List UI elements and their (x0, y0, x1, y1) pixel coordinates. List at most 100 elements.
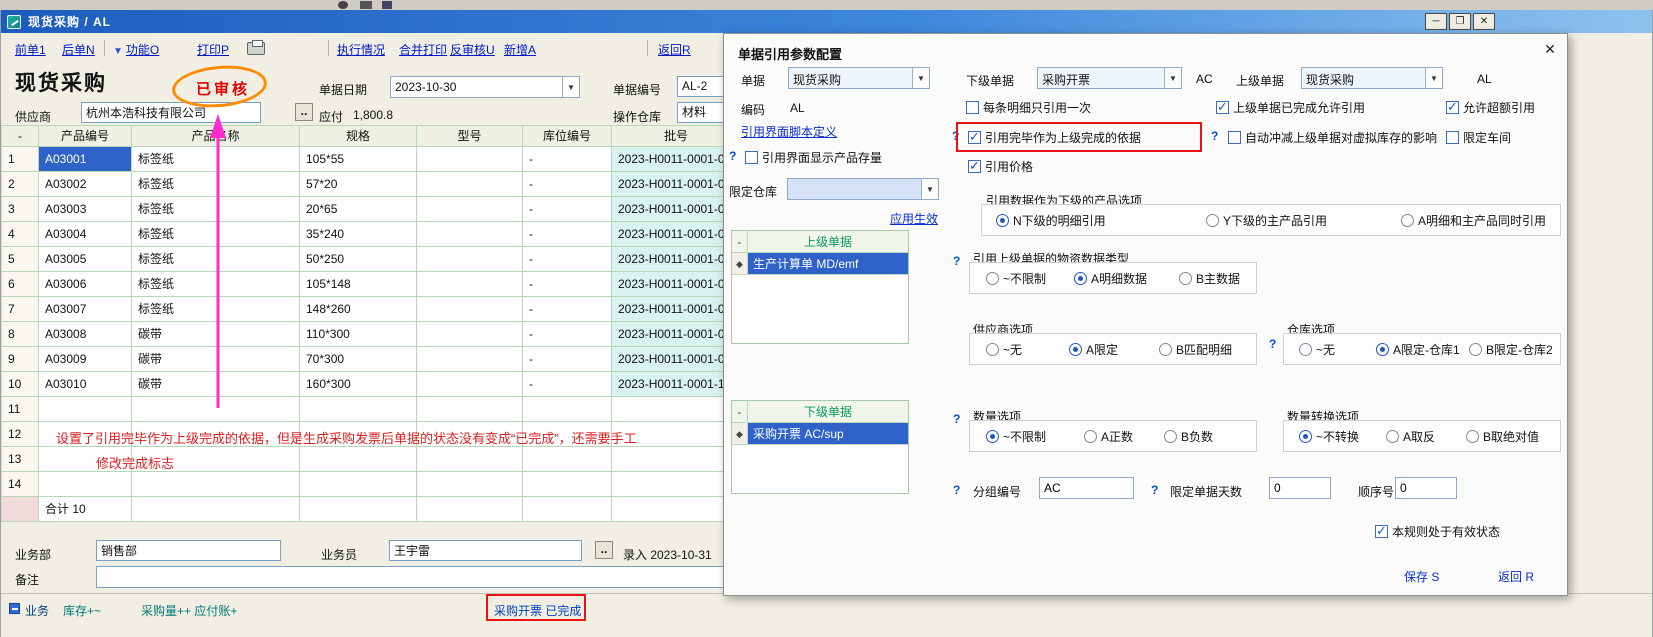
agent-input[interactable] (389, 540, 582, 561)
group-no-input[interactable] (1039, 477, 1134, 499)
cell-product-name[interactable] (132, 472, 300, 497)
chevron-down-icon[interactable]: ▼ (912, 68, 929, 88)
radio-icon[interactable] (986, 430, 999, 443)
table-row[interactable]: 3 A03003 标签纸 20*65 - 2023-H0011-0001-0 (1, 197, 741, 222)
toolbar-add-new[interactable]: 新增A (504, 41, 536, 58)
checkbox-icon[interactable] (1228, 131, 1241, 144)
checkbox-once-per-detail[interactable]: 每条明细只引用一次 (966, 99, 1091, 116)
cell-product-code[interactable]: A03001 (39, 147, 132, 172)
lower-doc-select[interactable]: 采购开票 ▼ (1037, 67, 1182, 89)
cell-row-no[interactable]: 6 (1, 272, 39, 297)
radio-icon[interactable] (1084, 430, 1097, 443)
toolbar-next-doc[interactable]: 后单N (62, 41, 95, 58)
cell-row-no[interactable]: 2 (1, 172, 39, 197)
radio-warehouse-none[interactable]: ~无 (1299, 341, 1335, 358)
table-row[interactable]: 10 A03010 碳带 160*300 - 2023-H0011-0001-1 (1, 372, 741, 397)
cell-model[interactable] (417, 422, 523, 447)
cell-product-name[interactable]: 标签纸 (132, 172, 300, 197)
cell-product-code[interactable]: A03005 (39, 247, 132, 272)
cell-location[interactable] (523, 472, 612, 497)
toolbar-unaudit[interactable]: 反审核U (450, 41, 495, 58)
cell-batch[interactable]: 2023-H0011-0001-1 (612, 372, 741, 397)
cell-row-no[interactable]: 12 (1, 422, 39, 447)
cell-model[interactable] (417, 372, 523, 397)
cell-spec[interactable] (300, 422, 417, 447)
cell-row-no[interactable]: 4 (1, 222, 39, 247)
cell-product-name[interactable] (132, 422, 300, 447)
cell-batch[interactable]: 2023-H0011-0001-0 (612, 247, 741, 272)
cell-spec[interactable]: 160*300 (300, 372, 417, 397)
cell-model[interactable] (417, 147, 523, 172)
cell-model[interactable] (417, 397, 523, 422)
checkbox-icon[interactable] (966, 101, 979, 114)
cell-location[interactable]: - (523, 347, 612, 372)
toolbar-return[interactable]: 返回R (658, 41, 691, 58)
cell-location[interactable]: - (523, 197, 612, 222)
printer-icon[interactable] (247, 42, 265, 55)
cell-row-no[interactable]: 9 (1, 347, 39, 372)
cell-batch[interactable]: 2023-H0011-0001-0 (612, 272, 741, 297)
help-mark[interactable]: ? (1269, 337, 1276, 351)
cell-location[interactable]: - (523, 172, 612, 197)
save-button[interactable]: 保存 S (1404, 568, 1439, 585)
col-header[interactable]: 型号 (417, 125, 523, 147)
radio-qty-positive[interactable]: A正数 (1084, 428, 1133, 445)
radio-icon[interactable] (1074, 272, 1087, 285)
limit-days-input[interactable] (1269, 477, 1331, 499)
radio-supplier-none[interactable]: ~无 (986, 341, 1022, 358)
radio-qty-negative[interactable]: B负数 (1164, 428, 1213, 445)
col-header[interactable]: 批号 (612, 125, 741, 147)
cell-spec[interactable] (300, 447, 417, 472)
checkbox-icon[interactable] (1446, 101, 1459, 114)
table-row[interactable]: 9 A03009 碳带 70*300 - 2023-H0011-0001-0 (1, 347, 741, 372)
cell-row-no[interactable]: 13 (1, 447, 39, 472)
dept-input[interactable] (96, 540, 281, 561)
toolbar-functions[interactable]: ▼功能O (113, 41, 159, 58)
cell-row-no[interactable]: 3 (1, 197, 39, 222)
cell-product-code[interactable]: A03010 (39, 372, 132, 397)
table-row[interactable]: 13 (1, 447, 741, 472)
radio-icon[interactable] (1466, 430, 1479, 443)
cell-spec[interactable]: 105*55 (300, 147, 417, 172)
lower-doc-list-item[interactable]: ◆ 采购开票 AC/sup (732, 423, 908, 445)
cell-row-no[interactable]: 11 (1, 397, 39, 422)
radio-supplier-limit[interactable]: A限定 (1069, 341, 1118, 358)
cell-row-no[interactable]: 10 (1, 372, 39, 397)
table-row[interactable]: 1 A03001 标签纸 105*55 - 2023-H0011-0001-0 (1, 147, 741, 172)
radio-icon[interactable] (1386, 430, 1399, 443)
cell-batch[interactable]: 2023-H0011-0001-0 (612, 147, 741, 172)
radio-icon[interactable] (1299, 343, 1312, 356)
cell-batch[interactable]: 2023-H0011-0001-0 (612, 172, 741, 197)
cell-product-code[interactable]: A03003 (39, 197, 132, 222)
back-button[interactable]: 返回 R (1498, 568, 1534, 585)
apply-link[interactable]: 应用生效 (890, 210, 938, 227)
cell-model[interactable] (417, 347, 523, 372)
radio-icon[interactable] (1376, 343, 1389, 356)
radio-datatype-master[interactable]: B主数据 (1179, 270, 1240, 287)
close-button[interactable]: ✕ (1473, 13, 1495, 30)
cell-spec[interactable]: 50*250 (300, 247, 417, 272)
doc-date-select[interactable]: 2023-10-30 ▼ (390, 76, 580, 98)
radio-datatype-detail[interactable]: A明细数据 (1074, 270, 1147, 287)
cell-product-name[interactable]: 碳带 (132, 322, 300, 347)
radio-product-both[interactable]: A明细和主产品同时引用 (1401, 212, 1546, 229)
cell-product-code[interactable]: A03002 (39, 172, 132, 197)
radio-icon[interactable] (1401, 214, 1414, 227)
cell-batch[interactable] (612, 422, 741, 447)
checkbox-icon[interactable] (1446, 131, 1459, 144)
cell-batch[interactable] (612, 397, 741, 422)
table-row[interactable]: 14 (1, 472, 741, 497)
checkbox-icon[interactable] (968, 160, 981, 173)
chevron-down-icon[interactable]: ▼ (1425, 68, 1442, 88)
cell-spec[interactable]: 57*20 (300, 172, 417, 197)
radio-icon[interactable] (1164, 430, 1177, 443)
cell-model[interactable] (417, 472, 523, 497)
statusbar-stock[interactable]: 库存+~ (63, 602, 101, 619)
radio-icon[interactable] (1469, 343, 1482, 356)
cell-product-code[interactable] (39, 472, 132, 497)
cell-batch[interactable]: 2023-H0011-0001-0 (612, 197, 741, 222)
checkbox-icon[interactable] (968, 131, 981, 144)
table-row[interactable]: 7 A03007 标签纸 148*260 - 2023-H0011-0001-0 (1, 297, 741, 322)
help-mark[interactable]: ? (1211, 129, 1218, 143)
help-mark[interactable]: ? (952, 129, 959, 143)
